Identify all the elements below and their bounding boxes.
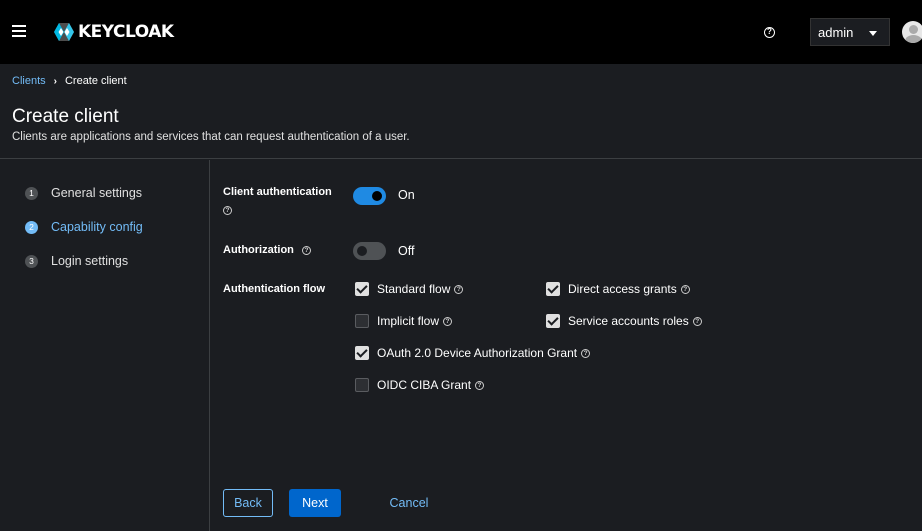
back-button[interactable]: Back <box>223 489 273 517</box>
checkbox-unchecked[interactable] <box>355 378 369 392</box>
help-icon[interactable]: ? <box>443 316 453 326</box>
checkbox-unchecked[interactable] <box>355 314 369 328</box>
page-description: Clients are applications and services th… <box>12 131 410 143</box>
client-authentication-state: On <box>398 188 415 202</box>
breadcrumb-current: Create client <box>64 75 127 87</box>
wizard-nav: 1 General settings 2 Capability config 3… <box>0 160 210 531</box>
oauth-device-grant-checkbox[interactable]: OAuth 2.0 Device Authorization Grant ? <box>355 346 591 360</box>
help-icon[interactable]: ? <box>680 284 690 294</box>
menu-icon[interactable] <box>12 25 26 37</box>
wizard-step-login-settings[interactable]: 3 Login settings <box>25 252 128 270</box>
logo-text: KEYCLOAK <box>78 22 174 42</box>
next-button[interactable]: Next <box>289 489 341 517</box>
oidc-ciba-grant-label: OIDC CIBA Grant <box>377 378 472 392</box>
step-label: General settings <box>51 186 143 200</box>
page-title: Create client <box>12 106 119 127</box>
help-icon[interactable]: ? <box>475 380 485 390</box>
cancel-button[interactable]: Cancel <box>384 489 434 517</box>
user-label: admin <box>818 24 854 40</box>
client-authentication-label-text: Client authentication <box>223 186 332 198</box>
implicit-flow-label: Implicit flow <box>377 314 440 328</box>
help-icon[interactable]: ? <box>454 284 464 294</box>
help-icon[interactable]: ? <box>301 245 311 255</box>
standard-flow-checkbox[interactable]: Standard flow ? <box>355 282 464 296</box>
step-number: 1 <box>25 186 38 200</box>
masthead: KEYCLOAK ? admin <box>0 0 922 64</box>
step-label: Login settings <box>51 254 129 268</box>
checkbox-checked[interactable] <box>546 282 560 296</box>
wizard-step-capability-config[interactable]: 2 Capability config <box>25 218 143 236</box>
keycloak-logo-icon <box>52 22 76 42</box>
step-label: Capability config <box>51 220 143 234</box>
implicit-flow-checkbox[interactable]: Implicit flow ? <box>355 314 453 328</box>
service-accounts-roles-label: Service accounts roles <box>568 314 689 328</box>
capability-config-form: Client authentication ? On Authorization… <box>211 160 922 531</box>
authorization-label: Authorization ? <box>223 244 311 256</box>
help-icon[interactable]: ? <box>764 27 775 38</box>
client-authentication-label: Client authentication ? <box>223 186 332 215</box>
step-number: 3 <box>25 254 38 268</box>
avatar[interactable] <box>902 21 922 43</box>
service-accounts-roles-checkbox[interactable]: Service accounts roles ? <box>546 314 702 328</box>
help-icon[interactable]: ? <box>581 348 591 358</box>
authorization-switch[interactable] <box>353 242 386 260</box>
breadcrumb: Clients › Create client <box>12 75 127 87</box>
authentication-flow-label: Authentication flow <box>223 283 326 295</box>
client-authentication-switch[interactable] <box>353 187 386 205</box>
oidc-ciba-grant-checkbox[interactable]: OIDC CIBA Grant ? <box>355 378 485 392</box>
oauth-device-grant-label: OAuth 2.0 Device Authorization Grant <box>377 346 578 360</box>
wizard-step-general-settings[interactable]: 1 General settings <box>25 184 142 202</box>
help-icon[interactable]: ? <box>692 316 702 326</box>
breadcrumb-clients-link[interactable]: Clients <box>12 75 46 87</box>
chevron-right-icon: › <box>53 75 57 87</box>
help-icon[interactable]: ? <box>223 206 232 215</box>
direct-access-grants-checkbox[interactable]: Direct access grants ? <box>546 282 690 296</box>
checkbox-checked[interactable] <box>355 282 369 296</box>
direct-access-grants-label: Direct access grants <box>568 282 677 296</box>
step-number: 2 <box>25 220 38 234</box>
authorization-label-text: Authorization <box>223 244 294 256</box>
checkbox-checked[interactable] <box>355 346 369 360</box>
page-header: Clients › Create client Create client Cl… <box>0 64 922 159</box>
standard-flow-label: Standard flow <box>377 282 451 296</box>
caret-down-icon <box>869 31 877 36</box>
authorization-state: Off <box>398 244 415 258</box>
user-dropdown[interactable]: admin <box>810 18 890 46</box>
checkbox-checked[interactable] <box>546 314 560 328</box>
keycloak-logo[interactable]: KEYCLOAK <box>52 21 174 43</box>
